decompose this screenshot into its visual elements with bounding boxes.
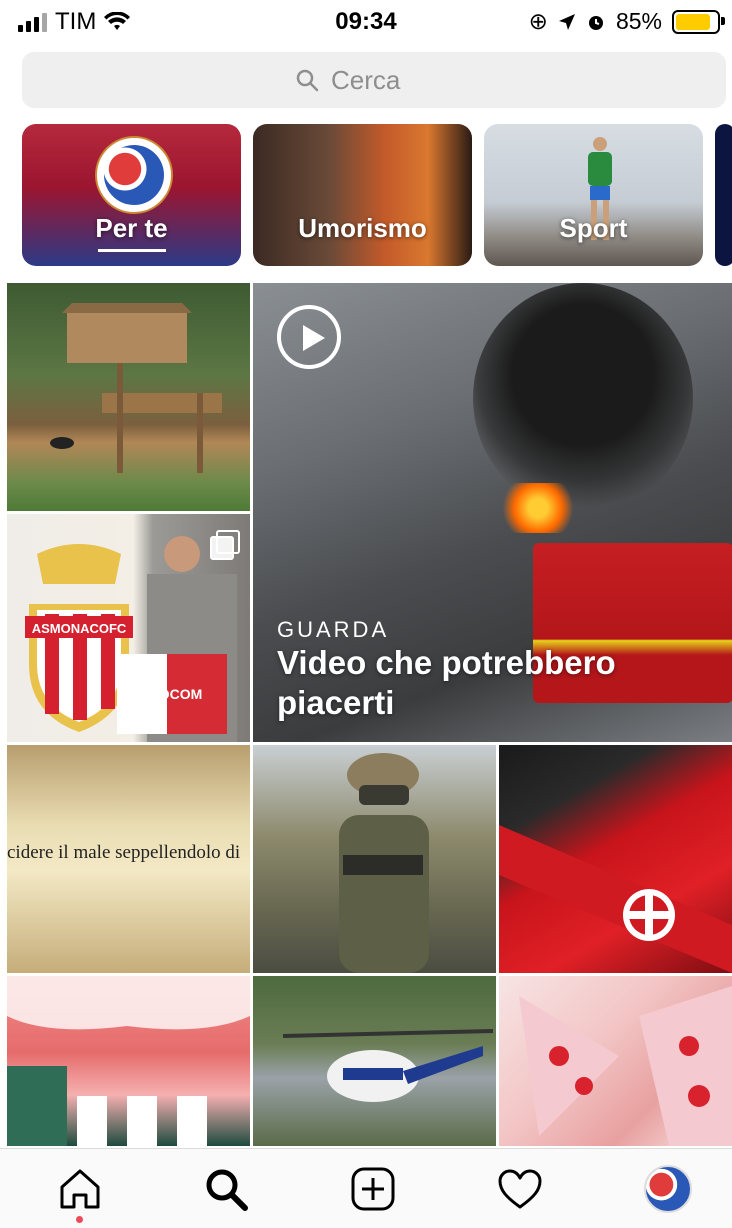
selected-indicator bbox=[98, 249, 166, 252]
home-icon bbox=[60, 1169, 100, 1209]
add-icon bbox=[351, 1167, 395, 1211]
heart-icon bbox=[498, 1169, 542, 1209]
tab-home[interactable] bbox=[54, 1163, 106, 1215]
profile-avatar bbox=[644, 1165, 692, 1213]
explore-post-pink-room[interactable] bbox=[7, 976, 250, 1146]
explore-post-monaco[interactable]: ASMONACOFC FEDCOM bbox=[7, 514, 250, 742]
explore-post-soldiers[interactable] bbox=[253, 745, 496, 973]
explore-post-treehouse[interactable] bbox=[7, 283, 250, 511]
quote-text: cidere il male seppellendolo di bbox=[7, 842, 241, 863]
helicopter-photo bbox=[282, 1029, 494, 1102]
notification-dot bbox=[76, 1216, 83, 1223]
shirt-text: FEDCOM bbox=[142, 686, 203, 702]
play-icon[interactable] bbox=[277, 305, 341, 369]
category-next[interactable] bbox=[715, 124, 732, 266]
tab-add[interactable] bbox=[347, 1163, 399, 1215]
category-carousel[interactable]: Per te Umorismo Sport bbox=[22, 124, 732, 266]
smoke-shape bbox=[473, 283, 693, 513]
category-label: Umorismo bbox=[298, 213, 427, 243]
explore-post-bike[interactable] bbox=[499, 745, 732, 973]
status-right: ⊕ 85% bbox=[528, 8, 725, 35]
treehouse-photo bbox=[50, 303, 222, 473]
search-bar[interactable] bbox=[22, 52, 726, 108]
battery-fill bbox=[676, 13, 710, 30]
explore-post-text[interactable]: cidere il male seppellendolo di bbox=[7, 745, 250, 973]
category-sport[interactable]: Sport bbox=[484, 124, 703, 266]
explore-video-feature[interactable]: GUARDA Video che potrebbero piacerti bbox=[253, 283, 732, 742]
search-icon bbox=[206, 1169, 248, 1211]
status-bar: TIM 09:34 ⊕ 85% bbox=[0, 0, 732, 44]
video-title: Video che potrebbero piacerti bbox=[277, 644, 616, 721]
pink-room-photo bbox=[7, 976, 250, 1146]
carousel-icon bbox=[210, 530, 240, 560]
explore-post-helicopter[interactable] bbox=[253, 976, 496, 1146]
battery-percent: 85% bbox=[615, 8, 662, 34]
battery-icon bbox=[672, 9, 725, 34]
watch-label: GUARDA bbox=[277, 617, 390, 642]
category-per-te[interactable]: Per te bbox=[22, 124, 241, 266]
account-avatar bbox=[97, 138, 171, 212]
bottom-tab-bar bbox=[0, 1148, 732, 1228]
category-label: Per te bbox=[95, 213, 168, 243]
location-icon bbox=[558, 13, 575, 30]
tab-activity[interactable] bbox=[494, 1163, 546, 1215]
fire-shape bbox=[498, 483, 578, 533]
alarm-icon bbox=[588, 15, 603, 30]
bike-photo bbox=[499, 825, 732, 973]
rotation-lock-icon: ⊕ bbox=[528, 8, 548, 34]
category-label: Sport bbox=[559, 213, 628, 243]
crest-text: ASMONACOFC bbox=[32, 621, 127, 636]
tab-search[interactable] bbox=[200, 1163, 252, 1215]
tab-profile[interactable] bbox=[642, 1163, 694, 1215]
search-icon bbox=[296, 69, 319, 92]
explore-post-cake[interactable] bbox=[499, 976, 732, 1146]
cake-photo bbox=[519, 986, 732, 1146]
soldiers-photo bbox=[339, 753, 429, 973]
search-input[interactable] bbox=[329, 63, 453, 97]
category-umorismo[interactable]: Umorismo bbox=[253, 124, 472, 266]
